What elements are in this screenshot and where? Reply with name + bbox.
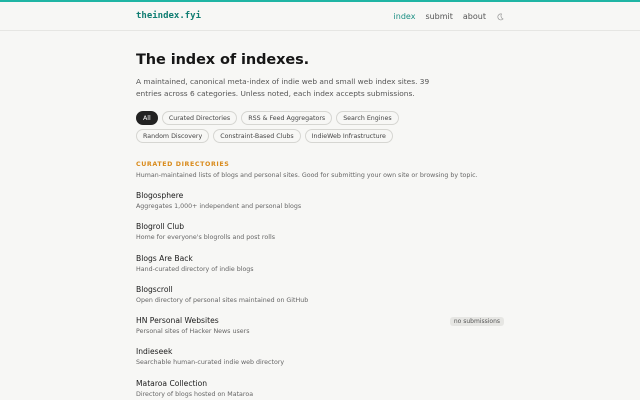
filter-chip-random-discovery[interactable]: Random Discovery bbox=[136, 129, 210, 143]
list-item: Blogscroll Open directory of personal si… bbox=[136, 285, 504, 316]
page-title: The index of indexes. bbox=[136, 52, 310, 68]
section-description: Human-maintained lists of blogs and pers… bbox=[136, 172, 478, 179]
list-item: HN Personal Websites Personal sites of H… bbox=[136, 316, 504, 347]
entry-list: Blogosphere Aggregates 1,000+ independen… bbox=[136, 191, 504, 400]
main-nav: index submit about bbox=[394, 2, 504, 31]
filter-chip-rss-feed-aggregators[interactable]: RSS & Feed Aggregators bbox=[241, 111, 333, 125]
entry-link[interactable]: HN Personal Websites bbox=[136, 316, 504, 325]
page-intro: A maintained, canonical meta-index of in… bbox=[136, 77, 430, 98]
filter-chip-curated-directories[interactable]: Curated Directories bbox=[161, 111, 238, 125]
nav-about-link[interactable]: about bbox=[463, 12, 486, 21]
entry-description: Home for everyone's blogrolls and post r… bbox=[136, 234, 275, 242]
list-item: Indieseek Searchable human-curated indie… bbox=[136, 347, 504, 378]
list-item: Mataroa Collection Directory of blogs ho… bbox=[136, 379, 504, 400]
entry-link[interactable]: Blogs Are Back bbox=[136, 254, 504, 263]
entry-description: Open directory of personal sites maintai… bbox=[136, 296, 309, 304]
list-item: Blogroll Club Home for everyone's blogro… bbox=[136, 222, 504, 253]
site-logo[interactable]: theindex.fyi bbox=[136, 11, 201, 21]
site-header: theindex.fyi index submit about bbox=[0, 2, 640, 31]
main-content: The index of indexes. A maintained, cano… bbox=[0, 52, 640, 400]
moon-icon[interactable] bbox=[496, 13, 504, 21]
nav-submit-link[interactable]: submit bbox=[425, 12, 452, 21]
section-title: CURATED DIRECTORIES bbox=[136, 161, 230, 168]
no-submissions-badge: no submissions bbox=[449, 317, 504, 327]
entry-link[interactable]: Mataroa Collection bbox=[136, 379, 504, 388]
entry-description: Hand-curated directory of indie blogs bbox=[136, 265, 254, 273]
nav-index-link[interactable]: index bbox=[394, 12, 416, 21]
list-item: Blogosphere Aggregates 1,000+ independen… bbox=[136, 191, 504, 222]
entry-link[interactable]: Indieseek bbox=[136, 347, 504, 356]
entry-link[interactable]: Blogroll Club bbox=[136, 222, 504, 231]
category-filters: All Curated Directories RSS & Feed Aggre… bbox=[136, 111, 466, 143]
entry-description: Directory of blogs hosted on Mataroa bbox=[136, 390, 254, 398]
list-item: Blogs Are Back Hand-curated directory of… bbox=[136, 254, 504, 285]
entry-link[interactable]: Blogosphere bbox=[136, 191, 504, 200]
filter-chip-indieweb-infrastructure[interactable]: IndieWeb Infrastructure bbox=[304, 129, 393, 143]
entry-description: Aggregates 1,000+ independent and person… bbox=[136, 203, 302, 210]
filter-chip-search-engines[interactable]: Search Engines bbox=[336, 111, 399, 125]
entry-description: Searchable human-curated indie web direc… bbox=[136, 359, 285, 367]
entry-description: Personal sites of Hacker News users bbox=[136, 328, 250, 336]
filter-chip-constraint-based-clubs[interactable]: Constraint-Based Clubs bbox=[213, 129, 301, 143]
entry-link[interactable]: Blogscroll bbox=[136, 285, 504, 294]
filter-chip-all[interactable]: All bbox=[136, 111, 158, 125]
